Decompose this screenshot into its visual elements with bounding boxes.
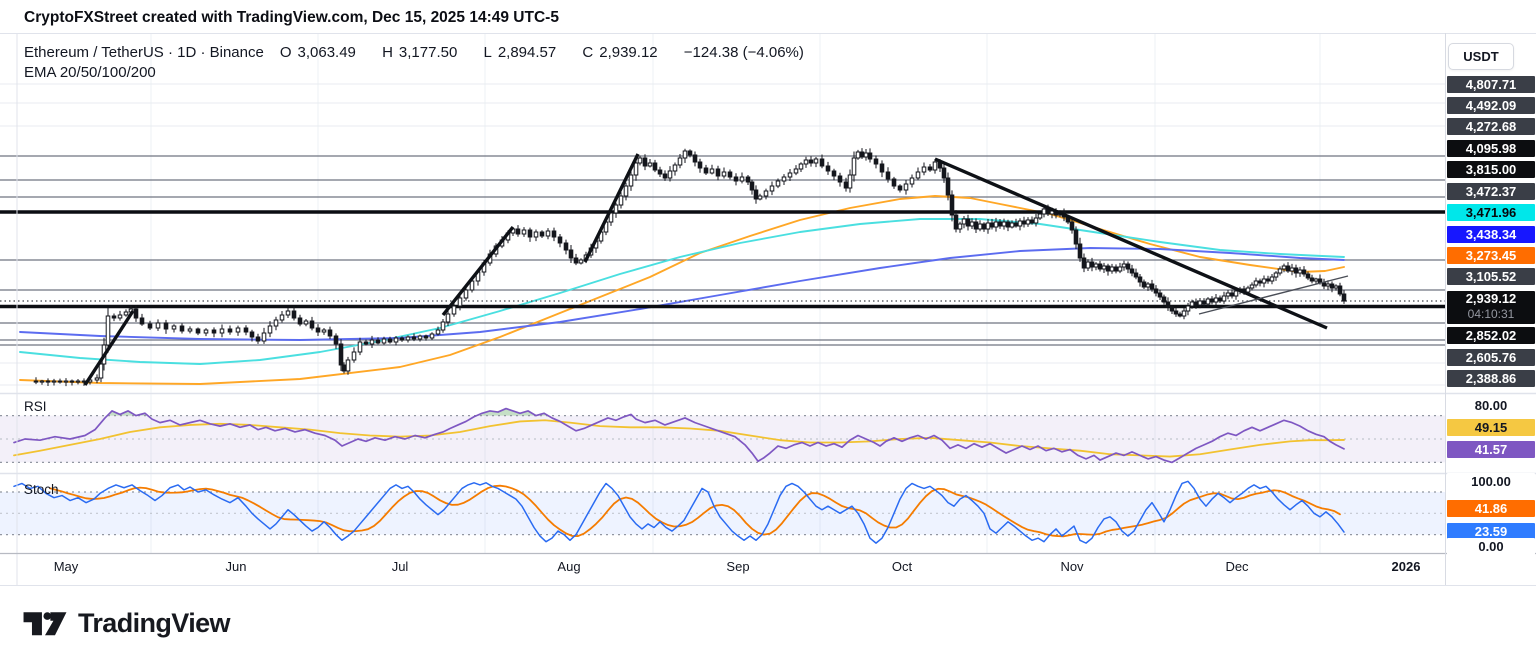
time-axis-label: Dec xyxy=(1225,559,1249,574)
price-axis-label: 3,471.96 xyxy=(1447,204,1535,221)
time-axis-label: Aug xyxy=(557,559,581,574)
price-axis-label: 3,815.00 xyxy=(1447,160,1535,178)
tradingview-logo-icon xyxy=(23,612,67,636)
price-axis-label: 0.00 xyxy=(1447,538,1535,555)
symbol-title[interactable]: Ethereum / TetherUS · 1D · Binance xyxy=(24,44,264,61)
ohlc-close: C 2,939.12 xyxy=(582,44,658,61)
price-axis-label: 4,272.68 xyxy=(1447,117,1535,135)
price-axis-label: 4,095.98 xyxy=(1447,139,1535,157)
price-axis-label: 2,388.86 xyxy=(1447,369,1535,387)
ema-indicator-legend[interactable]: EMA 20/50/100/200 xyxy=(24,64,810,81)
price-axis-label: 2,939.12 04:10:31 xyxy=(1447,291,1535,324)
price-axis-label: 2,852.02 xyxy=(1447,327,1535,344)
price-axis-label: 80.00 xyxy=(1447,396,1535,414)
ohlc-open: O 3,063.49 xyxy=(279,44,356,61)
price-axis-label: 3,438.34 xyxy=(1447,225,1535,243)
price-axis-label: 3,273.45 xyxy=(1447,246,1535,264)
rsi-panel-label[interactable]: RSI xyxy=(24,399,47,414)
tradingview-logo-text: TradingView xyxy=(78,607,231,638)
time-axis-label: May xyxy=(53,559,79,574)
chart-legend[interactable]: Ethereum / TetherUS · 1D · Binance O 3,063… xyxy=(24,44,810,81)
time-axis-label: 2026 xyxy=(1391,559,1421,574)
price-axis-label: 41.57 xyxy=(1447,440,1535,458)
chart-canvas[interactable] xyxy=(0,0,1536,586)
candlesticks xyxy=(33,148,1347,387)
currency-toggle-button[interactable]: USDT xyxy=(1448,43,1514,70)
tradingview-logo[interactable]: TradingView xyxy=(22,606,231,640)
ohlc-high: H 3,177.50 xyxy=(382,44,458,61)
price-axis-label: 49.15 xyxy=(1447,418,1535,436)
price-axis-label: 3,472.37 xyxy=(1447,182,1535,200)
price-axis-label: 4,807.71 xyxy=(1447,75,1535,93)
change-value: −124.38 (−4.06%) xyxy=(683,44,804,61)
price-axis-label: 41.86 xyxy=(1447,499,1535,517)
time-axis-label: Nov xyxy=(1060,559,1084,574)
ohlc-low: L 2,894.57 xyxy=(483,44,557,61)
time-axis-label: Sep xyxy=(726,559,750,574)
stoch-panel-label[interactable]: Stoch xyxy=(24,482,59,497)
time-axis-label: Jul xyxy=(391,559,409,574)
price-axis-label: 23.59 xyxy=(1447,522,1535,540)
price-axis-label: 4,492.09 xyxy=(1447,96,1535,114)
price-axis-label: 3,105.52 xyxy=(1447,267,1535,285)
tradingview-chart-page: CryptoFXStreet created with TradingView.… xyxy=(0,0,1536,662)
time-axis-label: Oct xyxy=(891,559,913,574)
time-axis-label: Jun xyxy=(225,559,247,574)
price-axis-label: 100.00 xyxy=(1447,472,1535,490)
price-axis-label: 2,605.76 xyxy=(1447,348,1535,366)
